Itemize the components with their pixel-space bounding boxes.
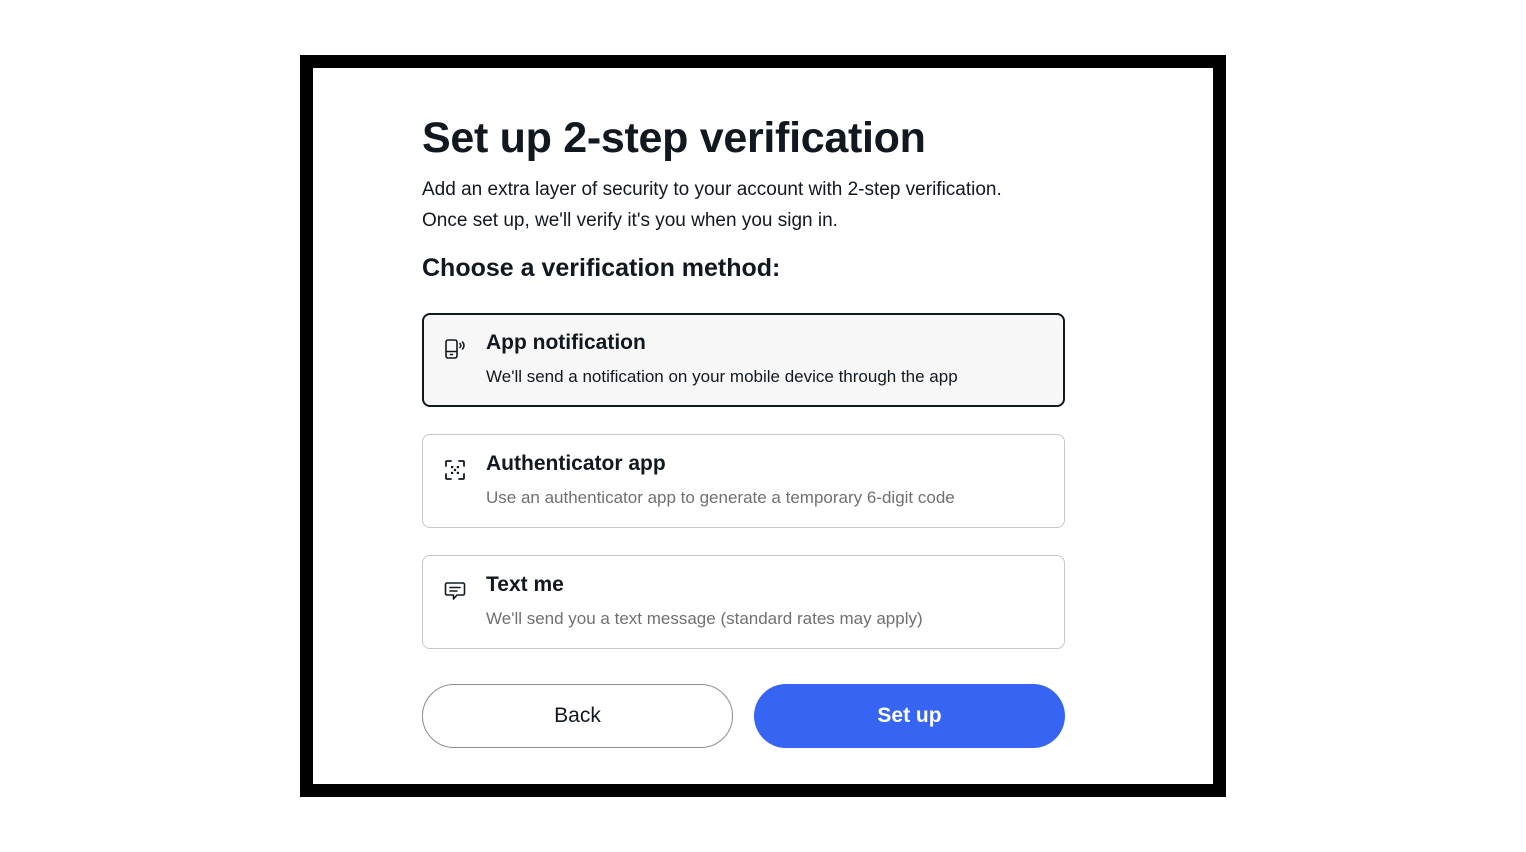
description-line-2: Once set up, we'll verify it's you when … (422, 210, 838, 231)
back-button[interactable]: Back (422, 684, 733, 748)
mobile-notification-icon (443, 337, 467, 361)
option-description: Use an authenticator app to generate a t… (486, 488, 955, 507)
option-authenticator-app[interactable]: Authenticator app Use an authenticator a… (422, 434, 1065, 528)
message-icon (443, 579, 467, 603)
set-up-button[interactable]: Set up (754, 684, 1065, 748)
option-description: We'll send you a text message (standard … (486, 609, 923, 628)
qr-scan-icon (443, 458, 467, 482)
option-title: Text me (486, 573, 564, 596)
option-description: We'll send a notification on your mobile… (486, 367, 958, 386)
option-title: App notification (486, 331, 646, 354)
option-title: Authenticator app (486, 452, 666, 475)
dialog-frame: Set up 2-step verification Add an extra … (300, 55, 1226, 797)
option-text-me[interactable]: Text me We'll send you a text message (s… (422, 555, 1065, 649)
option-app-notification[interactable]: App notification We'll send a notificati… (422, 313, 1065, 407)
page-description: Add an extra layer of security to your a… (422, 174, 1082, 236)
description-line-1: Add an extra layer of security to your a… (422, 179, 1002, 200)
page-title: Set up 2-step verification (422, 114, 926, 162)
section-heading: Choose a verification method: (422, 254, 781, 282)
